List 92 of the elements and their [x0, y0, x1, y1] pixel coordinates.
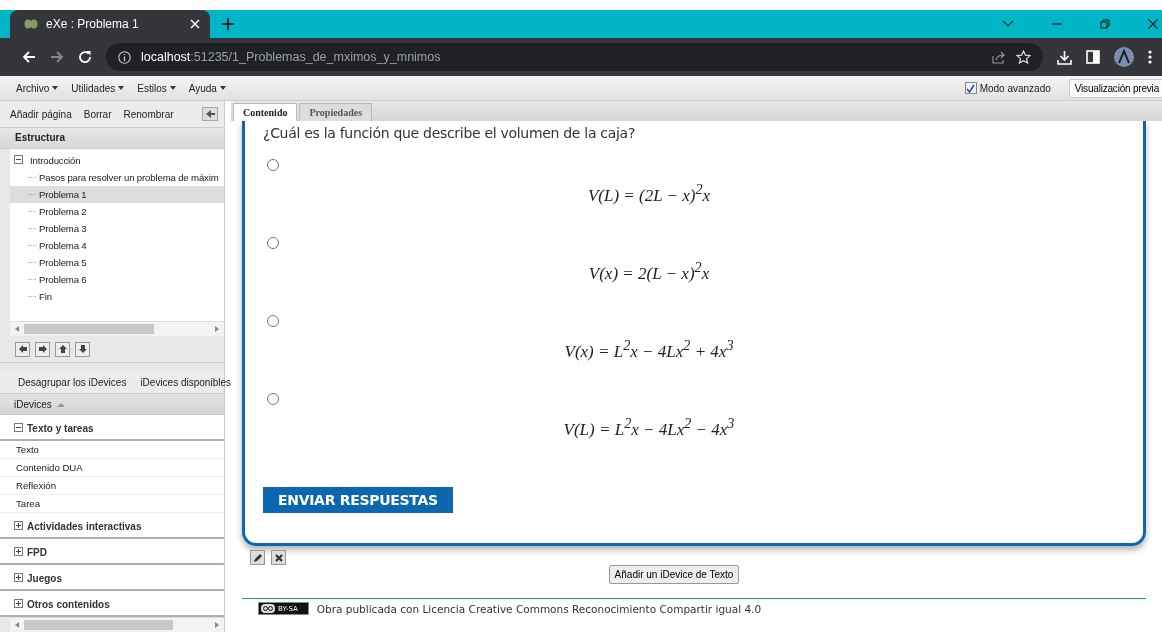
formula: V(L) = (2L − x)$^{2}$x — [586, 181, 712, 206]
tree-item[interactable]: Problema 2 — [39, 206, 87, 217]
toolbar-button[interactable]: Añadir página — [10, 108, 72, 120]
back-arrow-icon[interactable] — [22, 50, 36, 64]
caret-icon — [169, 86, 176, 90]
expand-icon[interactable] — [14, 598, 23, 610]
caret-icon — [52, 86, 59, 90]
edit-button[interactable] — [250, 550, 265, 565]
arrow-icon — [57, 344, 68, 354]
forward-arrow-icon[interactable] — [50, 50, 64, 64]
restore-icon[interactable] — [1100, 19, 1110, 29]
scroll-left-icon[interactable] — [15, 622, 19, 628]
leaf-icon — [24, 19, 38, 29]
right-arrow-button[interactable] — [35, 341, 50, 357]
group-header[interactable]: FPD — [27, 546, 47, 558]
question-text: ¿Cuál es la función que describe el volumen de la caja? — [263, 125, 637, 141]
side-panel-icon[interactable] — [1086, 50, 1100, 64]
tab-title: eXe : Problema 1 — [46, 17, 140, 31]
toolbar-button[interactable]: iDevices disponibles — [140, 376, 231, 388]
delete-button[interactable] — [271, 550, 286, 565]
group-header[interactable]: Texto y tareas — [27, 422, 94, 434]
tree-item[interactable]: Problema 1 — [39, 189, 87, 200]
checkbox[interactable] — [964, 82, 977, 94]
avatar-icon[interactable] — [1114, 47, 1134, 67]
arrow-icon — [37, 344, 48, 354]
arrow-left-icon — [205, 110, 215, 118]
formula: V(x) = L$^{2}$x − 4Lx$^{2}$ + 4x$^{3}$ — [563, 337, 735, 362]
cc-icon — [261, 604, 275, 613]
close-icon — [273, 552, 284, 563]
scroll-right-icon[interactable] — [215, 622, 219, 628]
collapse-button[interactable] — [202, 107, 218, 121]
down-arrow-button[interactable] — [75, 341, 90, 357]
tree-item[interactable]: Fin — [39, 291, 52, 302]
new-tab-icon[interactable] — [222, 18, 234, 30]
chevron-down-icon[interactable] — [1002, 20, 1014, 28]
group-header[interactable]: Otros contenidos — [27, 598, 110, 610]
download-icon[interactable] — [1057, 49, 1072, 65]
tab[interactable]: Contenido — [233, 103, 298, 121]
license-text: Obra publicada con Licencia Creative Commons Reconocimiento Compartir igual 4.0 — [316, 602, 762, 615]
tree-item[interactable]: Pasos para resolver un problema de máxim — [39, 172, 219, 183]
menu-item[interactable]: Utilidades — [71, 82, 125, 94]
menu-item[interactable]: Estilos — [137, 82, 176, 94]
group-header[interactable]: Juegos — [27, 572, 62, 584]
caret-icon — [219, 86, 226, 90]
tree-item[interactable]: Problema 5 — [39, 257, 87, 268]
group-header[interactable]: Actividades interactivas — [27, 520, 142, 532]
checkbox-label: Modo avanzado — [979, 82, 1051, 94]
scroll-right-icon[interactable] — [215, 326, 219, 332]
expand-icon[interactable] — [14, 520, 23, 532]
tree-item[interactable]: Problema 6 — [39, 274, 87, 285]
tree-item[interactable]: Problema 3 — [39, 223, 87, 234]
share-icon[interactable] — [992, 50, 1006, 64]
submit-button[interactable]: ENVIAR RESPUESTAS — [263, 487, 453, 513]
panel-header[interactable]: iDevices — [14, 398, 52, 410]
arrow-icon — [77, 344, 88, 354]
panel-header: Estructura — [0, 128, 224, 149]
collapse-icon[interactable] — [14, 155, 23, 166]
collapse-icon[interactable] — [14, 422, 23, 434]
toolbar-button[interactable]: Renombrar — [123, 108, 174, 120]
more-icon[interactable] — [1148, 50, 1152, 64]
tree-item[interactable]: Introducción — [30, 155, 81, 166]
pencil-icon — [252, 552, 263, 563]
tree-item[interactable]: Problema 4 — [39, 240, 87, 251]
preview-button[interactable]: Visualización previa — [1068, 78, 1162, 98]
address-field[interactable]: localhost:51235/1_Problemas_de_mximos_y_mnimos — [106, 43, 1043, 71]
idevice-item[interactable]: Contenido DUA — [0, 459, 224, 477]
idevice-item[interactable]: Texto — [0, 441, 224, 459]
tab[interactable]: Propiedades — [299, 103, 373, 121]
menu-item[interactable]: Archivo — [16, 82, 59, 94]
idevice-item[interactable]: Tarea — [0, 495, 224, 513]
add-idevice-button[interactable]: Añadir un iDevice de Texto — [608, 565, 740, 584]
scrollbar-thumb[interactable] — [24, 620, 173, 630]
expand-icon[interactable] — [14, 572, 23, 584]
toolbar-button[interactable]: Borrar — [83, 108, 112, 120]
arrow-icon — [17, 344, 28, 354]
close-icon[interactable] — [1148, 19, 1158, 29]
browser-tab[interactable]: eXe : Problema 1 — [10, 10, 210, 38]
info-icon — [118, 50, 131, 64]
menu-item[interactable]: Ayuda — [188, 82, 226, 94]
expand-icon[interactable] — [14, 546, 23, 558]
toolbar-button[interactable]: Desagrupar los iDevices — [18, 376, 127, 388]
scrollbar-thumb[interactable] — [24, 324, 155, 334]
reload-icon[interactable] — [78, 50, 92, 64]
formula: V(x) = 2(L − x)$^{2}$x — [587, 259, 711, 284]
star-icon[interactable] — [1016, 50, 1031, 64]
up-arrow-button[interactable] — [55, 341, 70, 357]
formula: V(L) = L$^{2}$x − 4Lx$^{2}$ − 4x$^{3}$ — [562, 415, 736, 440]
sort-icon — [56, 401, 65, 407]
left-arrow-button[interactable] — [15, 341, 30, 357]
idevice-item[interactable]: Reflexión — [0, 477, 224, 495]
scroll-left-icon[interactable] — [15, 326, 19, 332]
caret-icon — [118, 86, 125, 90]
